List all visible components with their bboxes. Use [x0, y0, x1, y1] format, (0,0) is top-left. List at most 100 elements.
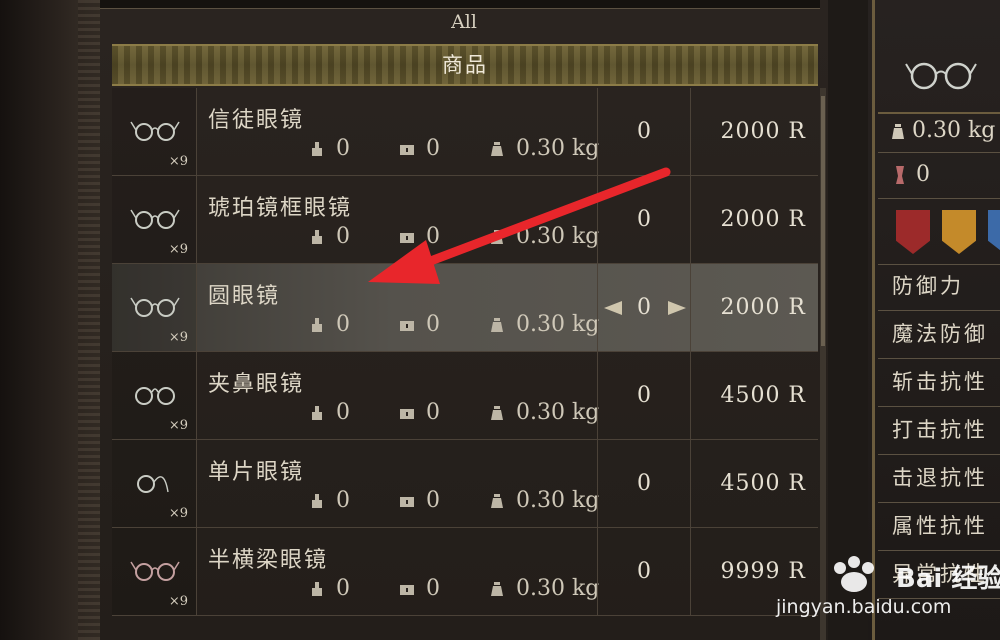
- section-title: 商品: [442, 53, 488, 77]
- hand-icon: [312, 581, 322, 596]
- item-stat-a-value: 0: [336, 136, 350, 161]
- item-stat-a: 0: [310, 576, 350, 601]
- item-icon-cell: ×9: [112, 528, 197, 615]
- buy-count[interactable]: 0: [598, 88, 690, 175]
- item-list: ×9 信徒眼镜 0 0 0.30 kg 0 2000 R ×9 琥珀镜框眼镜 0 0 0.30 kg 0…: [112, 88, 818, 640]
- arrow-right-icon[interactable]: [668, 301, 686, 315]
- divider: [878, 358, 1000, 359]
- weight-icon: [491, 405, 503, 420]
- item-name: 琥珀镜框眼镜: [208, 196, 353, 221]
- item-stat-b: 0: [400, 312, 440, 337]
- paw-icon: [896, 165, 904, 184]
- divider: [878, 152, 1000, 153]
- item-row[interactable]: ×9 半横梁眼镜 0 0 0.30 kg 0 9999 R: [112, 528, 818, 616]
- glasses-icon: [130, 121, 180, 141]
- detail-stat-label: 斩击抗性: [892, 370, 988, 394]
- watermark-url: jingyan.baidu.com: [776, 596, 952, 618]
- item-price: 2000 R: [720, 119, 806, 144]
- item-weight-value: 0.30 kg: [516, 312, 600, 337]
- item-icon-cell: ×9: [112, 176, 197, 263]
- weight-icon: [491, 581, 503, 596]
- hand-icon: [312, 405, 322, 420]
- hand-icon: [312, 141, 322, 156]
- item-weight: 0.30 kg: [490, 136, 599, 161]
- buy-count[interactable]: 0: [598, 352, 690, 439]
- item-weight-value: 0.30 kg: [516, 488, 600, 513]
- glasses-icon: [137, 475, 169, 493]
- item-stat-b-value: 0: [426, 576, 440, 601]
- glasses-icon: [130, 209, 180, 229]
- weight-icon: [491, 493, 503, 508]
- item-stat-a: 0: [310, 488, 350, 513]
- item-stat-b-value: 0: [426, 312, 440, 337]
- item-row[interactable]: ×9 琥珀镜框眼镜 0 0 0.30 kg 0 2000 R: [112, 176, 818, 264]
- item-weight: 0.30 kg: [490, 400, 599, 425]
- item-stat-a-value: 0: [336, 224, 350, 249]
- hand-icon: [312, 317, 322, 332]
- item-stat-a-value: 0: [336, 488, 350, 513]
- chest-icon: [400, 232, 414, 243]
- item-stat-a-value: 0: [336, 400, 350, 425]
- item-weight: 0.30 kg: [490, 576, 599, 601]
- item-quantity: ×9: [168, 418, 188, 433]
- filter-tab-all[interactable]: All: [100, 8, 828, 36]
- detail-stat-label: 防御力: [892, 274, 964, 298]
- section-header: 商品: [112, 44, 818, 86]
- glasses-icon: [130, 297, 180, 317]
- divider: [878, 454, 1000, 455]
- item-weight: 0.30 kg: [490, 312, 599, 337]
- divider: [878, 310, 1000, 311]
- item-row[interactable]: ×9 信徒眼镜 0 0 0.30 kg 0 2000 R: [112, 88, 818, 176]
- column-divider: [690, 352, 691, 439]
- item-stat-a-value: 0: [336, 576, 350, 601]
- item-row[interactable]: ×9 夹鼻眼镜 0 0 0.30 kg 0 4500 R: [112, 352, 818, 440]
- watermark-brand: Bai 经验: [896, 564, 1000, 594]
- item-price: 4500 R: [720, 383, 806, 408]
- item-row[interactable]: ×9 圆眼镜 0 0 0.30 kg 0 2000 R: [112, 264, 818, 352]
- item-stat-b-value: 0: [426, 224, 440, 249]
- item-stat-b-value: 0: [426, 488, 440, 513]
- detail-durability: 0: [894, 162, 930, 187]
- item-icon-cell: ×9: [112, 440, 197, 527]
- item-stat-a-value: 0: [336, 312, 350, 337]
- chest-icon: [400, 496, 414, 507]
- detail-durability-value: 0: [916, 162, 930, 187]
- weight-icon: [491, 141, 503, 156]
- hand-icon: [312, 229, 322, 244]
- detail-stat-label: 击退抗性: [892, 466, 988, 490]
- item-icon-cell: ×9: [112, 88, 197, 175]
- item-quantity: ×9: [168, 506, 188, 521]
- weight-icon: [491, 317, 503, 332]
- glasses-icon: [905, 62, 977, 90]
- chest-icon: [400, 144, 414, 155]
- buy-count[interactable]: 0: [598, 440, 690, 527]
- buy-count[interactable]: 0: [598, 176, 690, 263]
- item-row[interactable]: ×9 单片眼镜 0 0 0.30 kg 0 4500 R: [112, 440, 818, 528]
- item-stat-b-value: 0: [426, 136, 440, 161]
- item-icon-cell: ×9: [112, 352, 197, 439]
- item-icon-cell: ×9: [112, 264, 197, 351]
- column-divider: [690, 88, 691, 175]
- chest-icon: [400, 584, 414, 595]
- item-stat-a: 0: [310, 400, 350, 425]
- glasses-icon: [135, 387, 175, 405]
- scrollbar-thumb[interactable]: [821, 96, 825, 346]
- item-weight-value: 0.30 kg: [516, 136, 600, 161]
- divider: [878, 406, 1000, 407]
- glasses-icon: [130, 561, 180, 581]
- buy-count[interactable]: 0: [598, 528, 690, 615]
- item-stat-b: 0: [400, 224, 440, 249]
- left-torn-edge: [78, 0, 100, 640]
- item-stat-b-value: 0: [426, 400, 440, 425]
- weight-icon: [491, 229, 503, 244]
- detail-weight: 0.30 kg: [890, 118, 995, 143]
- item-name: 信徒眼镜: [208, 108, 305, 133]
- item-stat-a: 0: [310, 312, 350, 337]
- item-stat-b: 0: [400, 400, 440, 425]
- chest-icon: [400, 408, 414, 419]
- item-weight-value: 0.30 kg: [516, 400, 600, 425]
- item-price: 2000 R: [720, 295, 806, 320]
- divider: [878, 502, 1000, 503]
- column-divider: [690, 176, 691, 263]
- weight-icon: [892, 123, 904, 139]
